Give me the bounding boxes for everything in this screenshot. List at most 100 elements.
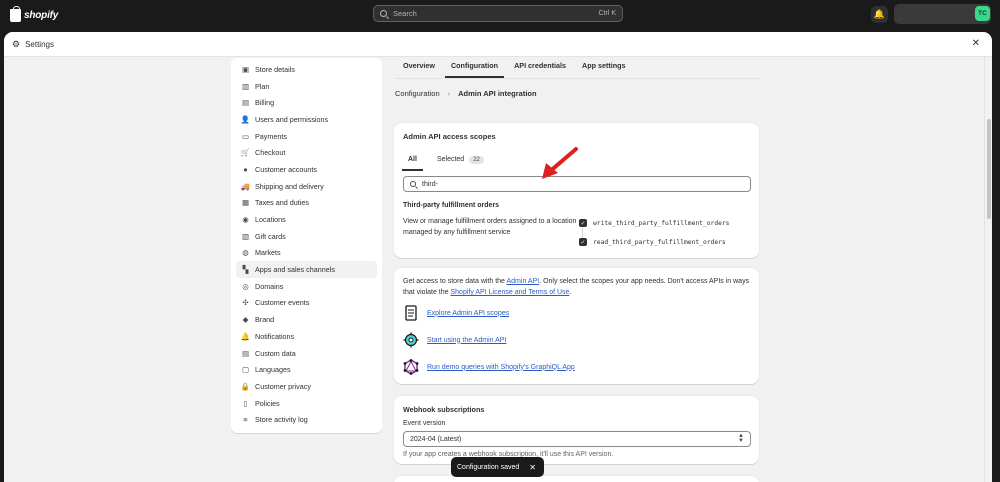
locations-icon: ◉	[242, 215, 249, 225]
sidebar-item-customer-accounts[interactable]: ● Customer accounts	[236, 161, 377, 178]
toast-message: Configuration saved	[457, 463, 520, 471]
brand-icon: ◆	[242, 315, 249, 325]
event-version-value: 2024-04 (Latest)	[410, 435, 462, 443]
tab-api-credentials[interactable]: API credentials	[506, 56, 574, 78]
sidebar-item-custom-data[interactable]: ▤ Custom data	[236, 345, 377, 362]
sidebar-item-notifications[interactable]: 🔔 Notifications	[236, 328, 377, 345]
graphql-icon	[403, 359, 419, 375]
graphiql-link[interactable]: Run demo queries with Shopify's GraphiQL…	[427, 364, 575, 371]
gear-icon: ⚙	[12, 38, 21, 49]
breadcrumb-current: Admin API integration	[458, 89, 537, 98]
sidebar-item-gift-cards[interactable]: ▧ Gift cards	[236, 228, 377, 245]
toast: Configuration saved ✕	[451, 457, 544, 477]
scope-name: read_third_party_fulfillment_orders	[593, 238, 726, 246]
resource-graphiql[interactable]: Run demo queries with Shopify's GraphiQL…	[403, 359, 575, 375]
scope-filter-value: third-	[422, 180, 438, 188]
shopify-logo[interactable]: shopify	[10, 5, 59, 23]
card-title: Admin API access scopes	[403, 132, 496, 141]
sidebar-item-payments[interactable]: ▭ Payments	[236, 128, 377, 145]
scope-name: write_third_party_fulfillment_orders	[593, 219, 730, 227]
close-icon[interactable]: ✕	[972, 38, 980, 49]
scope-checkbox-read[interactable]: ✓ read_third_party_fulfillment_orders	[579, 238, 726, 246]
policies-icon: ▯	[243, 398, 248, 408]
admin-api-intro: Get access to store data with the Admin …	[403, 276, 753, 298]
shopify-bag-icon	[10, 5, 21, 22]
resource-explore-scopes[interactable]: Explore Admin API scopes	[403, 305, 509, 321]
scope-group-title: Third-party fulfillment orders	[403, 202, 500, 209]
markets-icon: ◍	[242, 248, 249, 258]
tab-all[interactable]: All	[400, 150, 425, 171]
sidebar-item-label: Shipping and delivery	[255, 181, 324, 191]
sidebar-item-label: Payments	[255, 131, 287, 141]
sidebar-item-brand[interactable]: ◆ Brand	[236, 311, 377, 328]
avatar[interactable]: TC	[975, 6, 990, 21]
next-card	[394, 476, 759, 482]
notifications-button[interactable]: 🔔	[871, 6, 888, 23]
sidebar-item-checkout[interactable]: 🛒 Checkout	[236, 144, 377, 161]
sidebar-item-domains[interactable]: ◎ Domains	[236, 278, 377, 295]
scrollbar[interactable]	[984, 57, 992, 482]
start-admin-api-link[interactable]: Start using the Admin API	[427, 337, 506, 344]
sidebar-item-customer-privacy[interactable]: 🔒 Customer privacy	[236, 378, 377, 395]
admin-api-link[interactable]: Admin API	[507, 278, 540, 285]
checkbox-checked-icon[interactable]: ✓	[579, 238, 587, 246]
sidebar-item-billing[interactable]: ▤ Billing	[236, 94, 377, 111]
event-version-label: Event version	[403, 420, 446, 427]
resource-start-admin-api[interactable]: Start using the Admin API	[403, 332, 506, 348]
license-terms-link[interactable]: Shopify API License and Terms of Use	[450, 289, 569, 296]
sidebar-item-label: Users and permissions	[255, 114, 329, 124]
sidebar-item-store-activity-log[interactable]: ≡ Store activity log	[236, 411, 377, 428]
sidebar-item-customer-events[interactable]: ✣ Customer events	[236, 295, 377, 312]
customer-events-icon: ✣	[242, 298, 249, 308]
global-search[interactable]: Search Ctrl K	[373, 5, 623, 22]
domains-icon: ◎	[242, 281, 249, 291]
close-icon[interactable]: ✕	[529, 463, 536, 472]
sidebar-item-label: Taxes and duties	[255, 198, 309, 208]
settings-sidebar: ▣ Store details ▥ Plan ▤ Billing 👤 Users and pe…	[231, 58, 382, 433]
tab-app-settings[interactable]: App settings	[574, 56, 634, 78]
sidebar-item-locations[interactable]: ◉ Locations	[236, 211, 377, 228]
sidebar-item-users-and-permissions[interactable]: 👤 Users and permissions	[236, 111, 377, 128]
sidebar-item-label: Domains	[255, 281, 284, 291]
plan-icon: ▥	[241, 81, 250, 91]
sidebar-item-label: Checkout	[255, 148, 286, 158]
modal-header: ⚙ Settings ✕	[4, 32, 992, 57]
admin-api-info-card: Get access to store data with the Admin …	[394, 268, 759, 384]
sidebar-item-label: Customer events	[255, 298, 310, 308]
sidebar-item-policies[interactable]: ▯ Policies	[236, 395, 377, 412]
sidebar-item-taxes-and-duties[interactable]: ▦ Taxes and duties	[236, 195, 377, 212]
tab-overview[interactable]: Overview	[395, 56, 443, 78]
sidebar-item-languages[interactable]: ▢ Languages	[236, 361, 377, 378]
sidebar-item-label: Billing	[255, 98, 275, 108]
sidebar-item-label: Customer privacy	[255, 381, 311, 391]
taxes-icon: ▦	[241, 198, 250, 208]
languages-icon: ▢	[241, 365, 250, 375]
sidebar-item-plan[interactable]: ▥ Plan	[236, 78, 377, 95]
sidebar-item-store-details[interactable]: ▣ Store details	[236, 61, 377, 78]
tab-configuration[interactable]: Configuration	[443, 56, 506, 78]
tab-selected[interactable]: Selected 22	[429, 150, 492, 169]
search-icon	[410, 181, 416, 187]
billing-icon: ▤	[241, 98, 250, 108]
scrollbar-thumb[interactable]	[987, 119, 991, 219]
sidebar-item-apps-and-sales-channels[interactable]: ▚ Apps and sales channels	[236, 261, 377, 278]
search-icon	[380, 10, 387, 17]
select-chevron-icon: ▲ ▼	[738, 433, 744, 444]
sidebar-item-label: Custom data	[255, 348, 296, 358]
scope-group-description: View or manage fulfillment orders assign…	[403, 218, 577, 236]
intro-text: Get access to store data with the	[403, 278, 507, 285]
sidebar-item-shipping-and-delivery[interactable]: 🚚 Shipping and delivery	[236, 178, 377, 195]
brand-name: shopify	[24, 9, 59, 21]
breadcrumb-parent[interactable]: Configuration	[395, 89, 440, 98]
sidebar-item-label: Markets	[255, 248, 281, 258]
sidebar-item-label: Store activity log	[255, 415, 308, 425]
event-version-select[interactable]: 2024-04 (Latest) ▲ ▼	[403, 431, 751, 447]
scope-checkbox-write[interactable]: ✓ write_third_party_fulfillment_orders	[579, 219, 729, 227]
annotation-arrow-icon	[542, 147, 578, 179]
chevron-right-icon: ›	[447, 89, 451, 98]
sidebar-item-markets[interactable]: ◍ Markets	[236, 245, 377, 262]
checkbox-checked-icon[interactable]: ✓	[579, 219, 587, 227]
scroll-document-icon	[403, 305, 419, 321]
checkout-icon: 🛒	[240, 148, 251, 158]
explore-scopes-link[interactable]: Explore Admin API scopes	[427, 310, 509, 317]
